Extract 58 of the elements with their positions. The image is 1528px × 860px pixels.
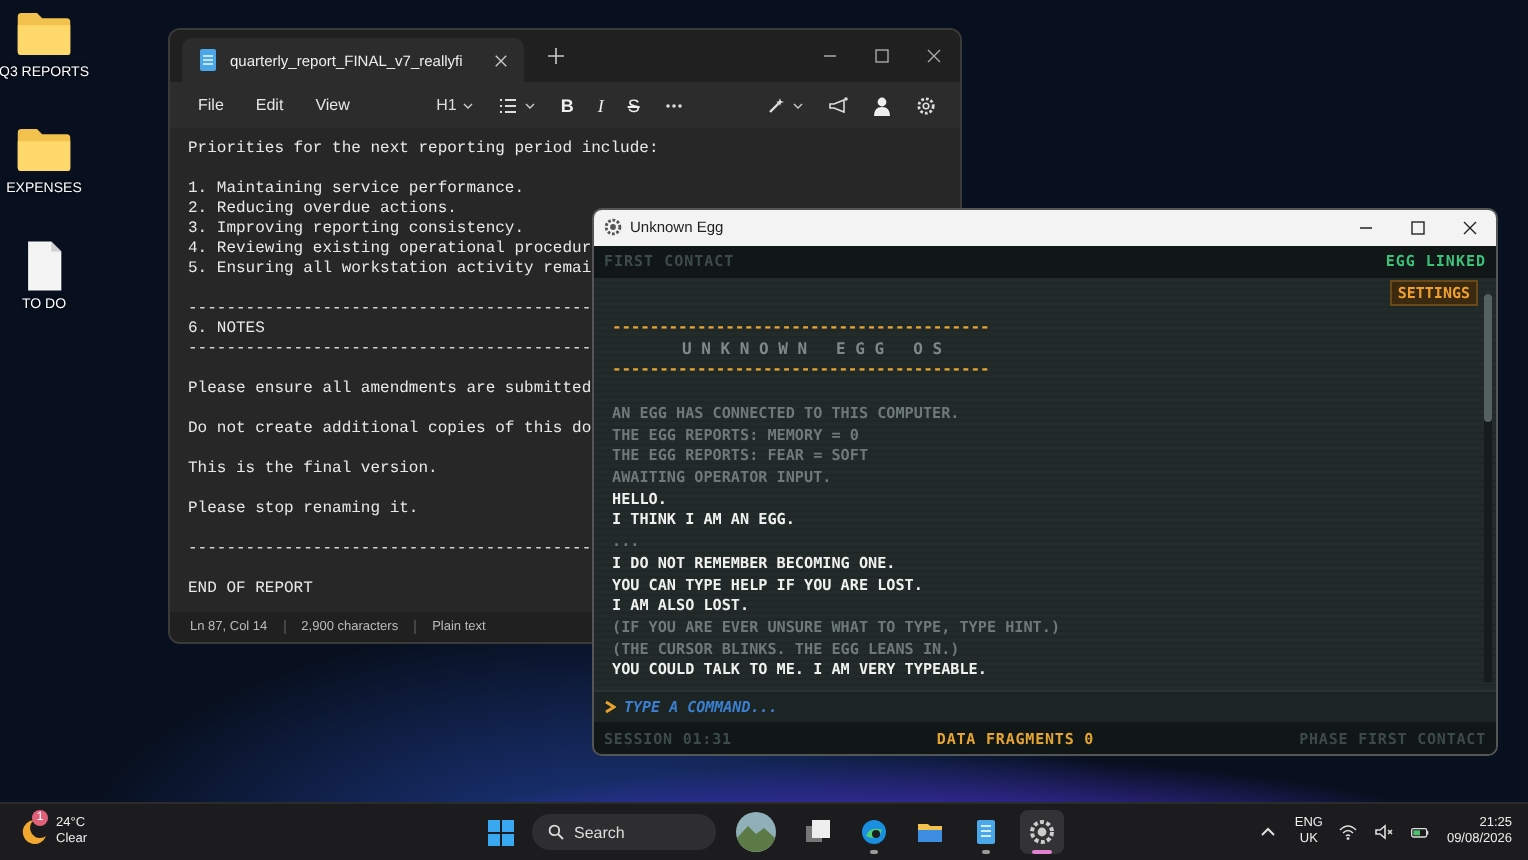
text-line: 4. Reviewing existing operational procedur	[188, 239, 592, 260]
text-line: ------------------------------------------	[188, 539, 592, 560]
format-button[interactable]: S	[619, 95, 648, 116]
text-line: 5. Ensuring all workstation activity remai	[188, 259, 592, 280]
close-icon[interactable]	[1462, 219, 1478, 236]
text-line: This is the final version.	[188, 459, 438, 480]
browser-icon	[860, 818, 888, 846]
landscape-thumbnail	[734, 810, 778, 854]
muted-speaker-icon[interactable]	[1374, 822, 1395, 842]
banner-title: U N K N O W N E G G O S	[679, 337, 945, 360]
menu-item[interactable]: View	[303, 92, 362, 119]
text-line: END OF REPORT	[188, 579, 313, 600]
search-icon	[548, 824, 564, 840]
menu-item[interactable]: File	[186, 92, 236, 119]
taskbar-app[interactable]	[1020, 810, 1064, 854]
maximize-icon[interactable]	[874, 48, 890, 65]
megaphone-icon[interactable]	[828, 95, 849, 116]
format-button[interactable]: B	[552, 95, 582, 116]
text-line: 3. Improving reporting consistency.	[188, 219, 525, 240]
new-tab-icon[interactable]	[548, 48, 565, 65]
text-line: 2. Reducing overdue actions.	[188, 199, 457, 220]
text-line: 6. NOTES	[188, 319, 265, 340]
wifi-icon[interactable]	[1338, 822, 1359, 842]
text-line: Please ensure all amendments are submitted	[188, 379, 592, 400]
gear-icon	[604, 218, 622, 237]
search-field[interactable]: Search	[532, 814, 716, 850]
menu-item[interactable]: Edit	[243, 92, 296, 119]
folder-icon	[16, 8, 72, 60]
chevron-down-icon[interactable]	[462, 99, 475, 112]
prompt-icon	[604, 700, 616, 715]
task-view-icon	[804, 818, 832, 846]
chevron-down-icon[interactable]	[792, 99, 805, 112]
format-button[interactable]: I	[589, 95, 612, 116]
chevron-down-icon[interactable]	[524, 99, 537, 112]
battery-icon[interactable]	[1410, 822, 1431, 842]
person-icon[interactable]	[872, 95, 893, 116]
text-line: Do not create additional copies of this do	[188, 419, 592, 440]
banner-rule: ----------------------------------------	[612, 359, 990, 380]
close-icon[interactable]	[926, 48, 942, 65]
folder-icon	[916, 818, 944, 846]
notepad-icon	[972, 818, 1000, 846]
heading-dropdown[interactable]: H1	[436, 96, 457, 115]
text-line: ------------------------------------------	[188, 339, 592, 360]
text-line: 1. Maintaining service performance.	[188, 179, 525, 200]
close-tab-icon[interactable]	[494, 53, 509, 68]
scrollbar-thumb[interactable]	[1484, 293, 1492, 422]
text-line: Please stop renaming it.	[188, 499, 419, 520]
maximize-icon[interactable]	[1410, 219, 1426, 236]
folder-icon	[16, 124, 72, 176]
gear-icon	[1028, 818, 1056, 846]
notepad-icon	[198, 48, 218, 73]
list-icon[interactable]	[498, 95, 519, 116]
text-line: Priorities for the next reporting period include:	[188, 139, 659, 160]
settings-icon[interactable]	[916, 95, 937, 116]
wand-icon[interactable]	[766, 95, 787, 116]
text-line: ------------------------------------------	[188, 299, 592, 320]
banner-rule: ----------------------------------------	[612, 317, 990, 338]
more-icon[interactable]	[663, 101, 684, 110]
